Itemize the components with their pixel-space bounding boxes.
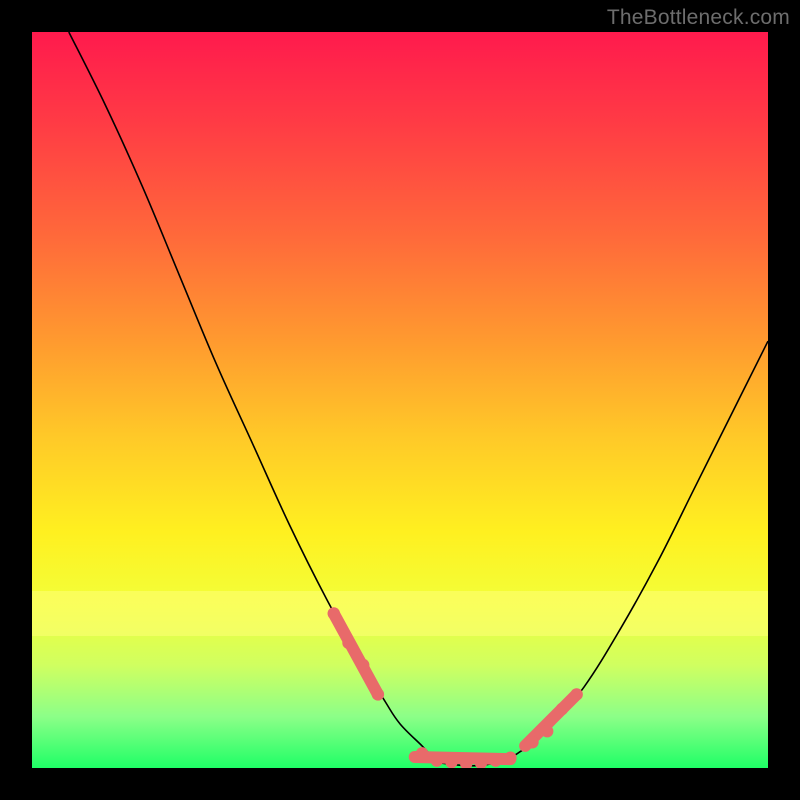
chart-svg bbox=[32, 32, 768, 768]
highlight-dot bbox=[570, 688, 582, 700]
highlight-dots bbox=[328, 607, 583, 768]
highlight-dot bbox=[526, 736, 538, 748]
highlight-dot bbox=[445, 756, 457, 768]
highlight-dot bbox=[342, 637, 354, 649]
highlight-dot bbox=[556, 703, 568, 715]
chart-stage: TheBottleneck.com bbox=[0, 0, 800, 800]
bottleneck-curve bbox=[69, 32, 768, 766]
highlight-dot bbox=[416, 747, 428, 759]
highlight-segments bbox=[334, 613, 577, 759]
highlight-dot bbox=[372, 688, 384, 700]
plot-area bbox=[32, 32, 768, 768]
highlight-dot bbox=[504, 751, 516, 763]
highlight-dot bbox=[431, 754, 443, 766]
highlight-dot bbox=[489, 754, 501, 766]
highlight-dot bbox=[541, 725, 553, 737]
highlight-segment bbox=[334, 613, 378, 694]
watermark-text: TheBottleneck.com bbox=[607, 6, 790, 30]
highlight-dot bbox=[328, 607, 340, 619]
highlight-dot bbox=[357, 659, 369, 671]
